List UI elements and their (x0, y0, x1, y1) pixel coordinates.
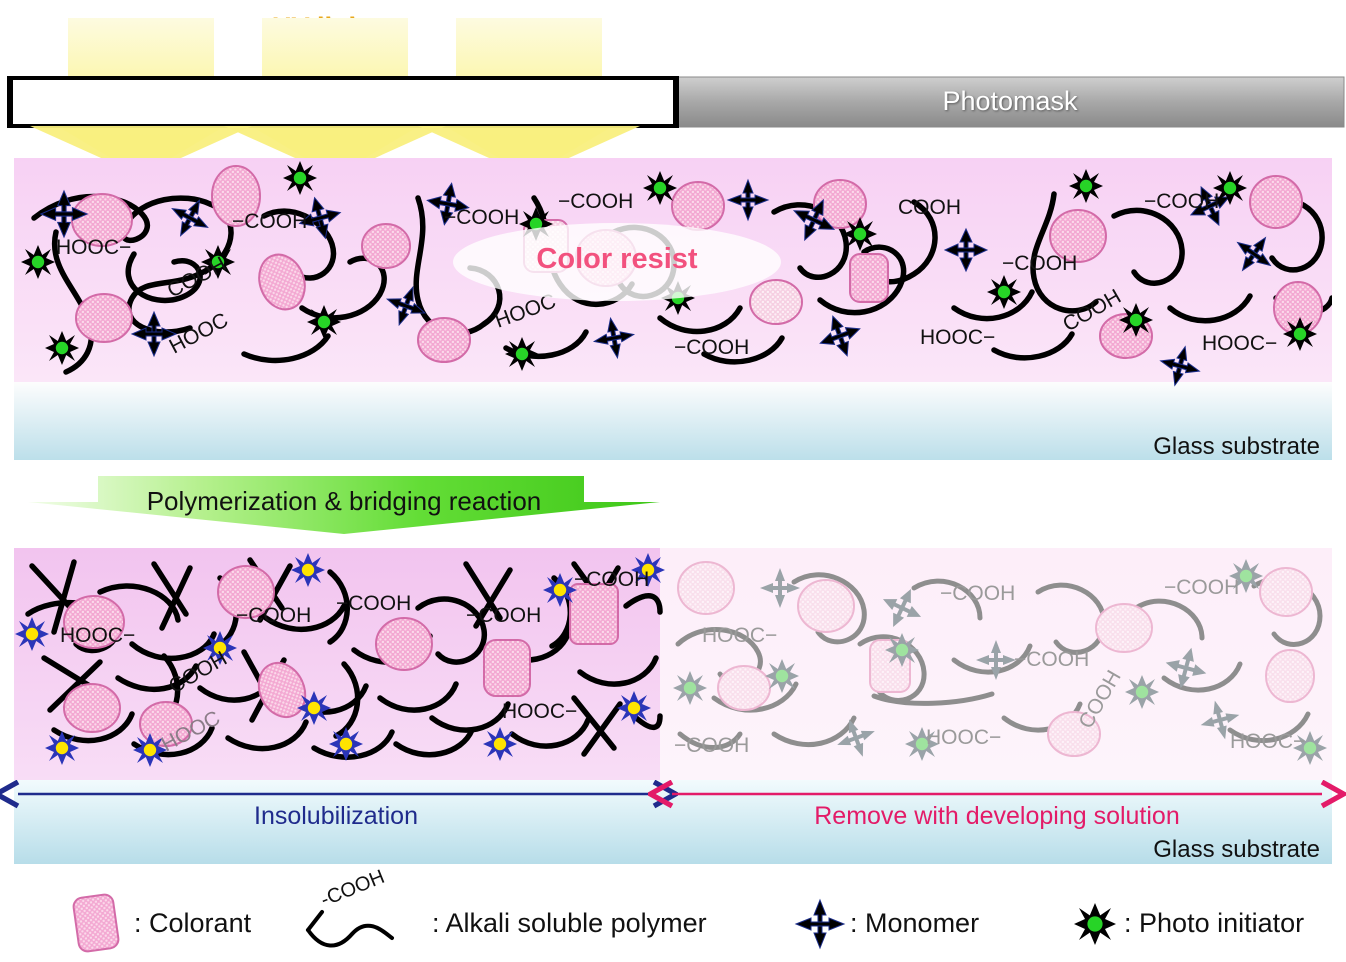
legend-label: Colorant (149, 908, 252, 938)
photomask-transparent-window (7, 76, 679, 128)
legend-label: Alkali soluble polymer (445, 908, 707, 938)
legend-separator: : (850, 908, 858, 938)
chem-label-hooc: HOOC− (702, 624, 777, 647)
chem-label-cooh: −COOH (1144, 190, 1219, 213)
legend-separator: : (134, 908, 142, 938)
chem-label-hooc: HOOC− (1202, 332, 1277, 355)
chem-label-hooc: HOOC− (502, 700, 577, 723)
photo-initiator-star-icon (1074, 903, 1116, 945)
colorant-swatch-icon (72, 893, 120, 953)
chem-label-hooc: HOOC− (926, 726, 1001, 749)
legend-item-polymer: : Alkali soluble polymer (432, 908, 707, 939)
panel-before-exposure: HOOC− −COOH COOH HOOC −COOH −COOH HOOC −… (14, 158, 1332, 460)
chem-label-hooc: HOOC− (56, 236, 131, 259)
legend-separator: : (1124, 908, 1132, 938)
chem-label-cooh: COOH (898, 196, 961, 219)
chem-label-cooh: −COOH (1002, 252, 1077, 275)
chem-label-cooh: −COOH (466, 604, 541, 627)
chem-label-cooh: −COOH (232, 210, 307, 233)
remove-label: Remove with developing solution (814, 802, 1180, 830)
glass-substrate-label-top: Glass substrate (1153, 433, 1320, 460)
monomer-cross-icon (794, 898, 846, 950)
color-resist-label: Color resist (536, 243, 698, 275)
chem-label-cooh: −COOH (1164, 576, 1239, 599)
polymerization-arrow-label: Polymerization & bridging reaction (146, 486, 542, 516)
glass-substrate-label-bottom: Glass substrate (1153, 836, 1320, 863)
insolubilization-label: Insolubilization (254, 802, 418, 830)
chem-label-hooc: HOOC− (1230, 730, 1305, 753)
polymer-chain-icon (306, 923, 394, 948)
chem-label-cooh: −COOH (674, 336, 749, 359)
photomask-label: Photomask (942, 86, 1078, 116)
chem-label-cooh: −COOH (674, 734, 749, 757)
legend-label: Monomer (865, 908, 980, 938)
legend-item-initiator: : Photo initiator (1124, 908, 1304, 939)
chem-label-cooh: −COOH (558, 190, 633, 213)
chem-label-cooh: −COOH (336, 592, 411, 615)
legend-label: Photo initiator (1139, 908, 1305, 938)
legend-separator: : (432, 908, 440, 938)
legend-item-monomer: : Monomer (850, 908, 979, 939)
chem-label-hooc: HOOC− (60, 624, 135, 647)
legend-item-colorant: : Colorant (134, 908, 251, 939)
chem-label-cooh: −COOH (940, 582, 1015, 605)
chem-label-cooh: −COOH (236, 604, 311, 627)
chem-label-cooh: −COOH (1014, 648, 1089, 671)
chem-label-cooh: −COOH (574, 568, 649, 591)
chem-label-hooc: HOOC− (920, 326, 995, 349)
